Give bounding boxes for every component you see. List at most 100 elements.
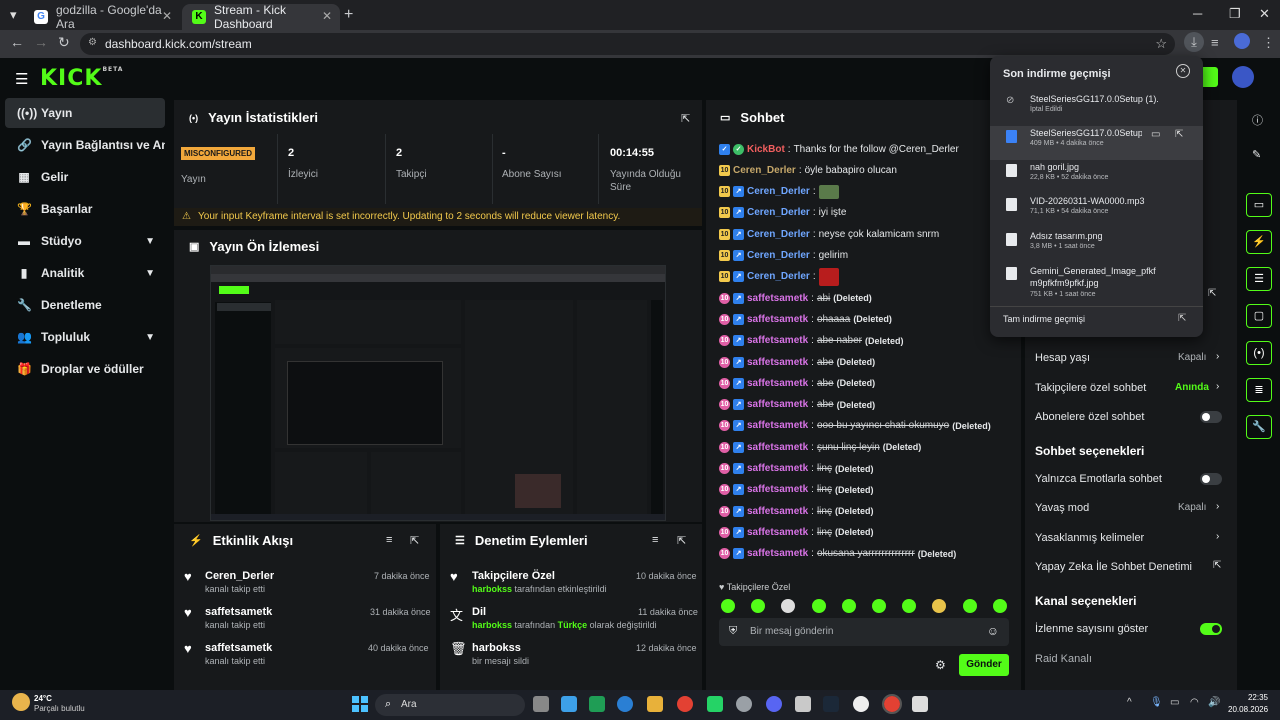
sidebar-item-moderation[interactable]: 🔧 Denetleme (5, 290, 165, 320)
emoji-icon[interactable]: ☺ (987, 624, 999, 638)
sidebar-item-drops[interactable]: 🎁 Droplar ve ödüller (5, 354, 165, 384)
microphone-icon[interactable]: 🎙 (1150, 697, 1163, 708)
taskbar-search[interactable]: ⌕ Ara (375, 694, 525, 716)
emote-button[interactable] (721, 599, 735, 613)
browser-tab-google[interactable]: G godzilla - Google'da Ara ✕ (24, 3, 180, 31)
taskbar-app-steam[interactable] (823, 696, 839, 712)
stream-preview-video[interactable] (210, 265, 666, 521)
chat-message[interactable]: 10 ↗ saffetsametk: abe (Deleted) (719, 375, 875, 391)
chat-message[interactable]: 10 ↗ saffetsametk: abe (Deleted) (719, 354, 875, 370)
rail-list-button[interactable]: ☰ (1246, 267, 1272, 291)
download-item[interactable]: Adsız tasarım.png 3,8 MB • 1 saat önce (990, 231, 1203, 265)
browser-tab-kick[interactable]: K Stream - Kick Dashboard ✕ (182, 3, 340, 31)
download-item[interactable]: nah goril.jpg 22,8 KB • 52 dakika önce (990, 162, 1203, 196)
popout-icon[interactable]: ⇱ (1208, 288, 1216, 299)
taskbar-app-excel[interactable] (589, 696, 605, 712)
user-avatar[interactable] (1232, 66, 1254, 88)
setting-banned-words[interactable]: Yasaklanmış kelimeler (1035, 532, 1144, 544)
chat-username[interactable]: saffetsametk (747, 484, 808, 495)
external-link-icon[interactable]: ⇱ (1175, 129, 1183, 140)
chat-username[interactable]: saffetsametk (747, 335, 808, 346)
emote-only-toggle[interactable] (1200, 473, 1222, 485)
chat-username[interactable]: saffetsametk (747, 506, 808, 517)
taskbar-app-widgets[interactable] (561, 696, 577, 712)
chat-message[interactable]: 10 ↗ saffetsametk: linç (Deleted) (719, 524, 873, 540)
network-icon[interactable]: ▭ (1170, 697, 1179, 708)
chat-username[interactable]: saffetsametk (747, 442, 808, 453)
chat-message[interactable]: 10 ↗ saffetsametk: abe (Deleted) (719, 397, 875, 413)
setting-account-age[interactable]: Hesap yaşı (1035, 352, 1090, 364)
chat-username[interactable]: saffetsametk (747, 293, 808, 304)
chat-username[interactable]: saffetsametk (747, 357, 808, 368)
full-history-link[interactable]: Tam indirme geçmişi (1003, 314, 1085, 324)
reading-list-icon[interactable]: ≡ (1211, 35, 1219, 50)
download-item[interactable]: ⊘ SteelSeriesGG117.0.0Setup (1).exe İpta… (990, 92, 1203, 126)
taskbar-app-settings[interactable] (795, 696, 811, 712)
chat-message[interactable]: 10 ↗ saffetsametk: linç (Deleted) (719, 461, 873, 477)
chat-username[interactable]: saffetsametk (747, 548, 808, 559)
maximize-icon[interactable]: ❐ (1229, 6, 1241, 22)
download-item[interactable]: Gemini_Generated_Image_pfkfm9pfkfm9pfkf.… (990, 265, 1203, 305)
close-icon[interactable]: ✕ (1176, 64, 1190, 78)
download-item[interactable]: VID-20260311-WA0000.mp3 71,1 KB • 54 dak… (990, 196, 1203, 230)
external-link-icon[interactable]: ⇱ (1178, 313, 1186, 324)
emote-button[interactable] (962, 599, 977, 613)
windows-start-icon[interactable] (352, 696, 368, 712)
chat-username[interactable]: saffetsametk (747, 420, 808, 431)
taskbar-app-whatsapp[interactable] (707, 696, 723, 712)
info-icon[interactable]: ⓘ (1252, 112, 1263, 128)
taskbar-app-chrome[interactable] (677, 696, 693, 712)
rail-chat-button[interactable]: ▭ (1246, 193, 1272, 217)
emote-button[interactable] (992, 599, 1007, 613)
wifi-icon[interactable]: ◠ (1190, 697, 1199, 708)
sidebar-item-analytics[interactable]: ▮ Analitik ▼ (5, 258, 165, 288)
chat-username[interactable]: Ceren_Derler (747, 250, 810, 261)
address-bar[interactable]: ⚙ dashboard.kick.com/stream ☆ (80, 33, 1175, 55)
sidebar-item-achievements[interactable]: 🏆 Başarılar (5, 194, 165, 224)
chat-message[interactable]: 10 ↗ saffetsametk: abi (Deleted) (719, 290, 872, 306)
filter-icon[interactable]: ≡ (386, 534, 392, 546)
chat-message[interactable]: 10 ↗ Ceren_Derler: (719, 184, 839, 200)
new-tab-button[interactable]: + (344, 6, 353, 24)
chat-message[interactable]: 10 ↗ saffetsametk: şunu linç leyin (Deleted) (719, 439, 921, 455)
back-icon[interactable]: ← (10, 34, 24, 50)
setting-raid-channel[interactable]: Raid Kanalı (1035, 653, 1092, 665)
popout-icon[interactable]: ⇱ (677, 534, 686, 547)
taskbar-app-explorer[interactable] (533, 696, 549, 712)
close-tab-icon[interactable]: ✕ (322, 9, 332, 23)
subs-only-toggle[interactable] (1200, 411, 1222, 423)
send-button[interactable]: Gönder (959, 654, 1009, 676)
close-tab-icon[interactable]: ✕ (162, 9, 172, 23)
rail-lightning-button[interactable]: ⚡ (1246, 230, 1272, 254)
chat-message[interactable]: 10 ↗ Ceren_Derler: (719, 267, 839, 286)
chat-username[interactable]: Ceren_Derler (747, 229, 810, 240)
kick-logo[interactable]: KICKBETA (40, 66, 123, 91)
taskbar-app-folder[interactable] (647, 696, 663, 712)
sidebar-item-revenue[interactable]: ▦ Gelir (5, 162, 165, 192)
chat-input[interactable]: ⛨ Bir mesaj gönderin ☺ (719, 618, 1009, 646)
chat-message[interactable]: ✓ ✓ KickBot: Thanks for the follow @Ceren_D… (719, 141, 959, 157)
chat-settings-gear-icon[interactable]: ⚙ (935, 658, 946, 672)
setting-ai-moderation[interactable]: Yapay Zeka İle Sohbet Denetimi (1035, 561, 1192, 573)
chat-username[interactable]: Ceren_Derler (747, 186, 810, 197)
show-viewers-toggle[interactable] (1200, 623, 1222, 635)
emote-button[interactable] (811, 599, 826, 613)
rail-broadcast-button[interactable]: (•) (1246, 341, 1272, 365)
setting-slow-mode[interactable]: Yavaş mod (1035, 502, 1089, 514)
chat-message[interactable]: 10 ↗ Ceren_Derler: neyse çok kalamicam snrm (719, 226, 939, 242)
edit-icon[interactable]: ✎ (1252, 148, 1261, 161)
chat-username[interactable]: saffetsametk (747, 463, 808, 474)
popout-icon[interactable]: ⇱ (410, 534, 419, 547)
tab-search-icon[interactable]: ▾ (10, 7, 17, 23)
chat-username[interactable]: saffetsametk (747, 399, 808, 410)
minimize-icon[interactable]: ─ (1193, 6, 1202, 21)
close-window-icon[interactable]: ✕ (1259, 6, 1270, 22)
chat-message[interactable]: 10 ↗ saffetsametk: linç (Deleted) (719, 482, 873, 498)
folder-icon[interactable]: ▭ (1151, 129, 1160, 140)
taskbar-app-chatgpt[interactable] (853, 696, 869, 712)
setting-followers-only[interactable]: Takipçilere özel sohbet (1035, 382, 1146, 394)
rail-wrench-button[interactable]: 🔧 (1246, 415, 1272, 439)
volume-icon[interactable]: 🔊 (1208, 697, 1220, 708)
emote-button[interactable] (841, 599, 856, 613)
chat-username[interactable]: Ceren_Derler (733, 165, 796, 176)
